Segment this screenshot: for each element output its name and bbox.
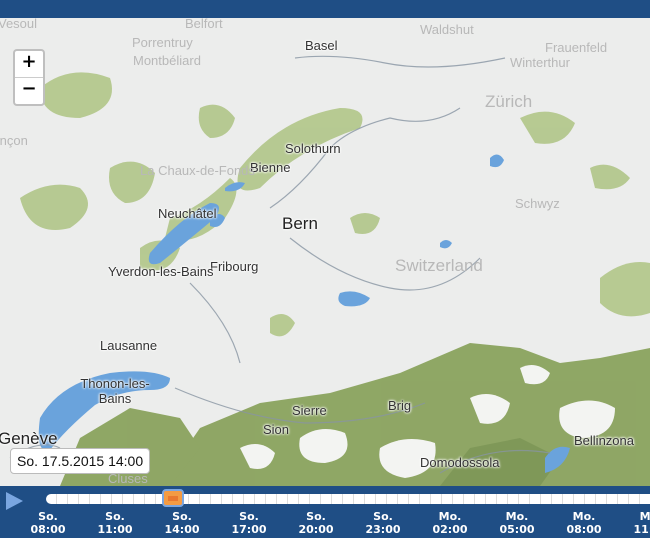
timeline-tick-day: Mo. — [572, 510, 596, 523]
timeline-tick-label[interactable]: So. 17:00 — [219, 510, 279, 536]
timeline-tick-day: So. — [239, 510, 259, 523]
timeline-tick-day: So. — [373, 510, 393, 523]
timeline-tick-label[interactable]: So. 08:00 — [18, 510, 78, 536]
map-label-switzerland: Switzerland — [395, 256, 483, 275]
timeline-tick-day: So. — [306, 510, 326, 523]
timeline-track[interactable] — [46, 494, 650, 504]
map-label-sierre: Sierre — [292, 403, 327, 418]
map-label-la-chaux: La Chaux-de-Fonds — [140, 163, 255, 178]
timeline-tick-time: 08:00 — [30, 523, 66, 536]
map-label-neuchatel: Neuchâtel — [158, 206, 217, 221]
timeline-tick-label[interactable]: Mo. 05:00 — [487, 510, 547, 536]
timeline-tick-label[interactable]: So. 14:00 — [152, 510, 212, 536]
map-label-domodossola: Domodossola — [420, 455, 500, 470]
map-label-bellinzona: Bellinzona — [574, 433, 634, 448]
map-label-vesoul: Vesoul — [0, 18, 38, 31]
timeline-tick-time: 08:00 — [566, 523, 602, 536]
map-label-waldshut: Waldshut — [420, 22, 474, 37]
map-label-fribourg: Fribourg — [210, 259, 259, 274]
timeline-tick-day: Mo. — [438, 510, 462, 523]
zoom-out-button[interactable]: − — [15, 77, 43, 104]
timeline-tick-time: 17:00 — [231, 523, 267, 536]
timeline-tick-time: 11:00 — [633, 523, 650, 536]
map-label-geneve: Genève — [0, 429, 58, 448]
map-view[interactable]: Vesoul Belfort Porrentruy Montbéliard Ba… — [0, 18, 650, 486]
timeline-tick-time: 02:00 — [432, 523, 468, 536]
timeline-tick-label[interactable]: So. 20:00 — [286, 510, 346, 536]
timestamp-label: So. 17.5.2015 14:00 — [10, 448, 151, 474]
map-label-belfort: Belfort — [185, 18, 223, 31]
zoom-control: + − — [13, 49, 45, 106]
map-label-brig: Brig — [388, 398, 412, 413]
timeline-tick-label[interactable]: Mo. 08:00 — [554, 510, 614, 536]
timeline-tick-time: 14:00 — [164, 523, 200, 536]
map-label-montbeliard: Montbéliard — [133, 53, 201, 68]
top-bar — [0, 0, 650, 18]
timeline-tick-time: 11:00 — [97, 523, 133, 536]
timeline-handle[interactable] — [162, 489, 184, 507]
timeline-tick-label[interactable]: So. 11:00 — [85, 510, 145, 536]
map-label-solothurn: Solothurn — [285, 141, 341, 156]
zoom-in-button[interactable]: + — [15, 51, 43, 77]
timeline-tick-label[interactable]: Mo. 02:00 — [420, 510, 480, 536]
timeline-tick-day: So. — [105, 510, 125, 523]
map-label-lausanne: Lausanne — [100, 338, 158, 353]
map-label-thonon: Thonon-les-Bains — [80, 376, 150, 406]
timeline-tick-day: Mo. — [639, 510, 650, 523]
map-label-frauenfeld: Frauenfeld — [545, 40, 608, 55]
timeline-tick-label[interactable]: Mo.11:00 — [621, 510, 650, 536]
play-icon[interactable] — [6, 492, 23, 510]
timeline-ticks — [46, 494, 650, 504]
map-label-biel: Bienne — [250, 160, 291, 175]
map-label-winterthur: Winterthur — [510, 55, 570, 70]
map-label-yverdon: Yverdon-les-Bains — [108, 264, 214, 279]
map-label-besancon: Besançon — [0, 133, 28, 148]
timeline-tick-label[interactable]: So. 23:00 — [353, 510, 413, 536]
timeline-tick-day: Mo. — [505, 510, 529, 523]
map-label-basel: Basel — [305, 38, 338, 53]
timeline-tick-day: So. — [172, 510, 192, 523]
timeline-tick-time: 05:00 — [499, 523, 535, 536]
map-label-schwyz: Schwyz — [515, 196, 560, 211]
timeline-tick-day: So. — [38, 510, 58, 523]
timeline-tick-time: 23:00 — [365, 523, 401, 536]
map-label-bern: Bern — [282, 214, 318, 233]
map-label-zurich: Zürich — [485, 92, 533, 111]
map-label-porrentruy: Porrentruy — [132, 35, 193, 50]
timeline-bar: So. 08:00 So. 11:00 So. 14:00 So. 17:00 So. 20:00… — [0, 486, 650, 538]
map-label-sion: Sion — [263, 422, 290, 437]
timeline-tick-time: 20:00 — [298, 523, 334, 536]
